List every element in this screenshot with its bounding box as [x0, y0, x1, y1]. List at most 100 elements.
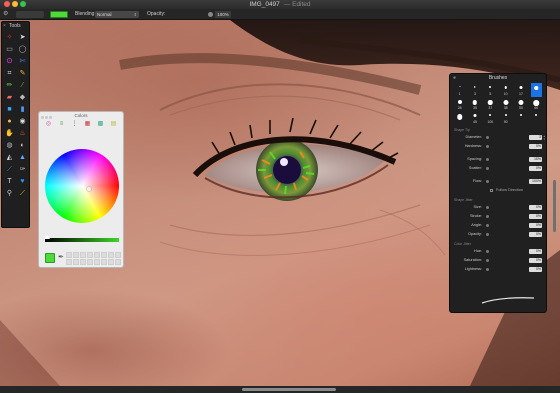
rgb-sliders-tab-icon[interactable]: ≡: [57, 120, 66, 129]
size-jitter-field[interactable]: 0%: [529, 205, 542, 210]
diameter-jitter-icon[interactable]: [486, 136, 489, 139]
pointer-icon[interactable]: ➤: [16, 31, 29, 43]
opacity-slider-knob[interactable]: [208, 12, 213, 17]
blur-icon[interactable]: ▲: [16, 151, 29, 163]
angle-jitter-icon[interactable]: [486, 224, 489, 227]
horizontal-scrollbar[interactable]: [242, 388, 336, 391]
clone-icon[interactable]: ●: [3, 115, 16, 127]
hue-jitter-field[interactable]: 0%: [529, 249, 542, 254]
eraser-icon[interactable]: ▰: [3, 91, 16, 103]
brush-size-preset[interactable]: [530, 83, 542, 97]
ellipse-select-icon[interactable]: ◯: [16, 43, 29, 55]
flow-field[interactable]: 100%: [529, 179, 542, 184]
swatch-slot[interactable]: [115, 259, 121, 265]
brush-size-preset[interactable]: 5: [485, 83, 496, 97]
brush-size-preset[interactable]: 37: [485, 97, 496, 111]
swatch-slot[interactable]: [73, 252, 79, 258]
saturation-jitter-icon[interactable]: [486, 259, 489, 262]
swatch-slot[interactable]: [101, 259, 107, 265]
panel-window-controls[interactable]: [41, 114, 53, 121]
close-icon[interactable]: ●: [453, 74, 456, 83]
swatch-slot[interactable]: [94, 259, 100, 265]
opacity-field[interactable]: 100%: [215, 11, 231, 18]
gear-icon[interactable]: ⚙: [3, 11, 10, 18]
heal-icon[interactable]: ◉: [16, 115, 29, 127]
swatch-slot[interactable]: [87, 252, 93, 258]
opacity-jitter-field[interactable]: 0%: [529, 232, 542, 237]
swatch-slot[interactable]: [66, 259, 72, 265]
brightness-slider[interactable]: [45, 238, 119, 242]
brush-size-preset[interactable]: [531, 111, 542, 125]
lightness-jitter-field[interactable]: 0%: [529, 267, 542, 272]
hand-brush-icon[interactable]: ⟋: [16, 187, 29, 199]
scatter-jitter-icon[interactable]: [486, 167, 489, 170]
heart-shape-icon[interactable]: ♥: [16, 175, 29, 187]
vertical-scrollbar[interactable]: [553, 180, 556, 232]
palette-tab-icon[interactable]: ▦: [83, 120, 92, 129]
brush-alt-icon[interactable]: ⁄: [16, 79, 29, 91]
brush-size-preset[interactable]: 50: [515, 97, 526, 111]
spacing-field[interactable]: 15%: [529, 157, 542, 162]
shape-icon[interactable]: ■: [3, 103, 16, 115]
brush-size-preset[interactable]: 28: [454, 97, 465, 111]
blending-mode-select[interactable]: Normal ⇕: [95, 11, 139, 18]
brush-size-preset[interactable]: [454, 111, 465, 125]
fill-bucket-icon[interactable]: ◆: [16, 91, 29, 103]
brush-size-preset[interactable]: 1: [454, 83, 465, 97]
eyedropper-icon[interactable]: ✎: [16, 67, 29, 79]
image-tab-icon[interactable]: ▤: [109, 120, 118, 129]
brush-size-preset[interactable]: 45: [469, 111, 480, 125]
brush-size-preset[interactable]: 17: [515, 83, 526, 97]
magic-wand-icon[interactable]: ✧: [3, 31, 16, 43]
smudge-icon[interactable]: ✋: [3, 127, 16, 139]
color-wheel[interactable]: [45, 149, 119, 223]
opacity-jitter-icon[interactable]: [486, 233, 489, 236]
brush-color-swatch[interactable]: [50, 11, 68, 18]
swatch-slot[interactable]: [87, 259, 93, 265]
hue-jitter-icon[interactable]: [486, 250, 489, 253]
hardness-field[interactable]: 0%: [529, 144, 542, 149]
stroke-jitter-field[interactable]: 0%: [529, 214, 542, 219]
hardness-jitter-icon[interactable]: [486, 145, 489, 148]
brush-size-preset[interactable]: 60: [531, 97, 542, 111]
burn-icon[interactable]: ♨: [16, 127, 29, 139]
stroke-jitter-icon[interactable]: [486, 215, 489, 218]
size-jitter-icon[interactable]: [486, 206, 489, 209]
pen-icon[interactable]: ✑: [16, 163, 29, 175]
close-icon[interactable]: ×: [3, 22, 6, 31]
swatch-slot[interactable]: [73, 259, 79, 265]
zoom-icon[interactable]: ⚲: [3, 187, 16, 199]
rect-select-icon[interactable]: ▭: [3, 43, 16, 55]
angle-jitter-field[interactable]: 0%: [529, 223, 542, 228]
brush-size-preset[interactable]: 35: [469, 97, 480, 111]
swatch-slot[interactable]: [80, 252, 86, 258]
crayons-tab-icon[interactable]: ▩: [96, 120, 105, 129]
swatch-slot[interactable]: [101, 252, 107, 258]
current-color-swatch[interactable]: [45, 253, 55, 263]
text-icon[interactable]: T: [3, 175, 16, 187]
color-wheel-tab-icon[interactable]: ◎: [44, 120, 53, 129]
color-wheel-knob[interactable]: [87, 187, 91, 191]
gradient-icon[interactable]: ▮: [16, 103, 29, 115]
follow-direction-checkbox[interactable]: [490, 189, 493, 192]
swatch-slot[interactable]: [94, 252, 100, 258]
red-eye-icon[interactable]: ◍: [3, 139, 16, 151]
brush-size-preset[interactable]: [515, 111, 526, 125]
lightness-jitter-icon[interactable]: [486, 268, 489, 271]
diameter-stepper[interactable]: ▴ ▾: [543, 135, 545, 141]
sponge-icon[interactable]: ◭: [3, 151, 16, 163]
brush-size-preset[interactable]: 38: [500, 97, 511, 111]
swatch-slot[interactable]: [66, 252, 72, 258]
spacing-jitter-icon[interactable]: [486, 158, 489, 161]
magic-lasso-icon[interactable]: ✄: [16, 55, 29, 67]
dodge-icon[interactable]: ◐: [16, 139, 29, 151]
swatch-slot[interactable]: [108, 259, 114, 265]
scatter-field[interactable]: 0%: [529, 166, 542, 171]
brush-size-preset[interactable]: 100: [485, 111, 496, 125]
paint-brush-icon[interactable]: ✏: [3, 79, 16, 91]
swatch-slot[interactable]: [115, 252, 121, 258]
lasso-icon[interactable]: ʘ: [3, 55, 16, 67]
brush-preset-button[interactable]: [16, 11, 44, 18]
swatch-slot[interactable]: [80, 259, 86, 265]
brightness-slider-knob[interactable]: [44, 235, 50, 239]
